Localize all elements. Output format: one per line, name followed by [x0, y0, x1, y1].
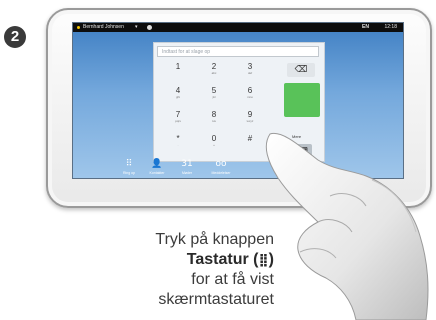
caption-line-3: for at få vist — [191, 271, 274, 288]
instruction-caption: Tryk på knappen Tastatur (⣿) for at få v… — [64, 230, 274, 310]
keypad-icon: ⣿ — [258, 253, 269, 268]
caption-line-4: skærmtastaturet — [158, 291, 274, 308]
caption-line-1: Tryk på knappen — [155, 231, 274, 248]
caption-line-2: Tastatur (⣿) — [64, 250, 274, 270]
keyboard-label-bold: Tastatur — [186, 251, 249, 268]
paren-close: ) — [268, 251, 274, 268]
paren-open: ( — [248, 251, 259, 268]
